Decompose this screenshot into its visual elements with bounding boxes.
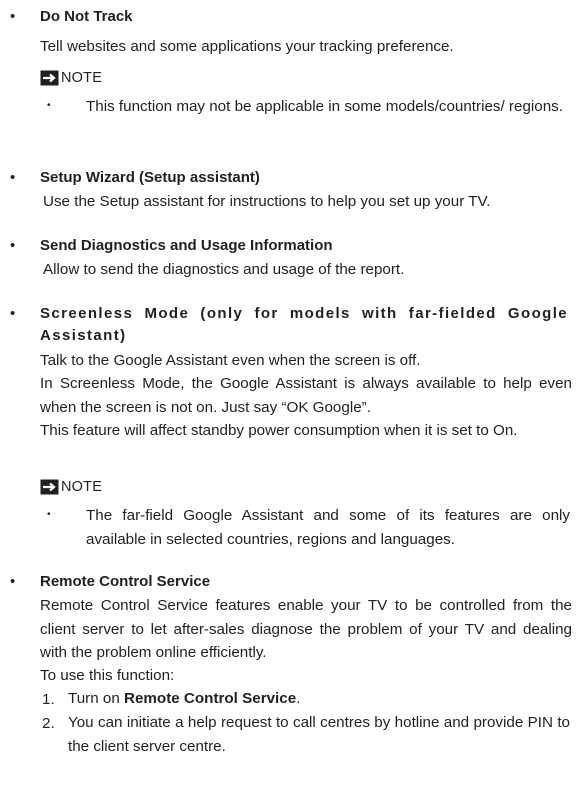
- section-body-line: Talk to the Google Assistant even when t…: [40, 352, 421, 369]
- manual-page: • Do Not Track Tell websites and some ap…: [0, 0, 578, 797]
- section-heading: Do Not Track: [40, 8, 133, 25]
- bullet: •: [10, 237, 16, 254]
- section-heading: Setup Wizard (Setup assistant): [40, 169, 260, 186]
- section-body: Remote Control Service features enable y…: [40, 597, 572, 661]
- section-body: Use the Setup assistant for instructions…: [43, 193, 491, 210]
- section-intro: To use this function:: [40, 667, 175, 684]
- section-heading: Remote Control Service: [40, 573, 211, 590]
- section-body-line: This feature will affect standby power c…: [40, 422, 518, 439]
- bullet: •: [10, 8, 16, 25]
- arrow-box-icon: [40, 479, 59, 495]
- note-label: NOTE: [40, 68, 102, 88]
- sub-bullet: •: [47, 509, 51, 520]
- sub-bullet: •: [47, 100, 51, 111]
- step-text-after: .: [296, 690, 301, 707]
- note-text: NOTE: [61, 479, 103, 495]
- note-item: The far-field Google Assistant and some …: [86, 507, 570, 548]
- note-label: NOTE: [40, 477, 102, 497]
- bullet: •: [10, 573, 16, 590]
- bullet: •: [10, 305, 16, 322]
- step-text-before: Turn on: [68, 690, 124, 707]
- bullet: •: [10, 169, 16, 186]
- section-body: Allow to send the diagnostics and usage …: [43, 261, 405, 278]
- section-heading: Screenless Mode (only for models with fa…: [40, 305, 568, 344]
- section-body-line: In Screenless Mode, the Google Assistant…: [40, 375, 572, 416]
- step-text-bold: Remote Control Service: [124, 690, 297, 707]
- note-text: NOTE: [61, 70, 103, 86]
- step-number: 1.: [42, 691, 55, 708]
- step-number: 2.: [42, 715, 55, 732]
- step-text: You can initiate a help request to call …: [68, 714, 570, 755]
- arrow-box-icon: [40, 70, 59, 86]
- step-text: Turn on Remote Control Service.: [68, 687, 570, 711]
- section-heading: Send Diagnostics and Usage Information: [40, 237, 333, 254]
- note-item: This function may not be applicable in s…: [86, 98, 563, 115]
- section-body: Tell websites and some applications your…: [40, 38, 454, 55]
